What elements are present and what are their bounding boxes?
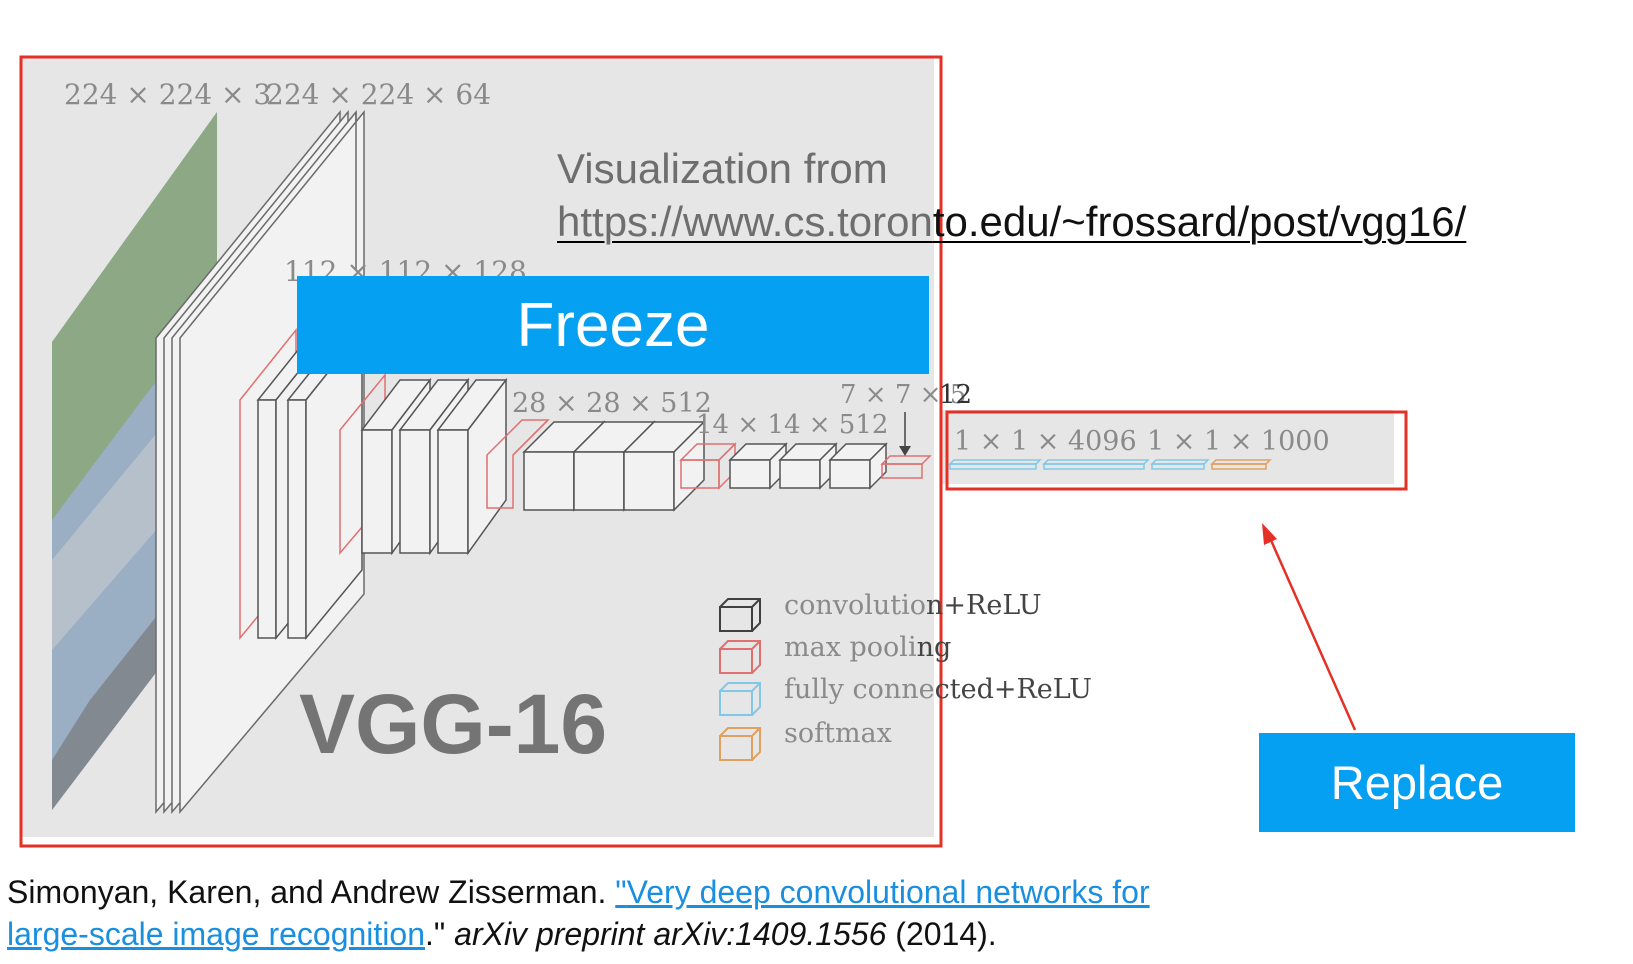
replace-button[interactable]: Replace (1259, 733, 1575, 832)
replace-arrow (1268, 537, 1357, 731)
legend-label-softmax: softmax (784, 718, 892, 749)
citation-title-link-line2[interactable]: large-scale image recognition (7, 916, 425, 952)
dim-conv5-label: 14 × 14 × 512 (696, 410, 889, 440)
citation-year: (2014). (886, 916, 997, 952)
legend-label-pool-b: ng (916, 632, 952, 663)
citation-authors: Simonyan, Karen, and Andrew Zisserman. (7, 874, 616, 910)
legend-label-softmax-a: softmax (784, 718, 892, 749)
citation-venue: arXiv preprint arXiv:1409.1556 (454, 916, 887, 952)
conv4-block (522, 420, 706, 512)
conv3-block (360, 377, 508, 556)
citation: Simonyan, Karen, and Andrew Zisserman. "… (7, 871, 1407, 955)
citation-title-link[interactable]: "Very deep convolutional networks for (615, 874, 1149, 910)
dim-conv1-label: 224 × 224 × 64 (266, 78, 492, 111)
dim-fc3-label: 1 × 1 × 1000 (1147, 426, 1330, 457)
legend-label-fc: fully connected+ReLU (784, 674, 1092, 705)
model-title: VGG-16 (299, 677, 608, 771)
dim-pool5-label-b: 12 (939, 380, 973, 410)
legend-label-conv: convolution+ReLU (784, 590, 1042, 621)
citation-quote-close: ." (425, 916, 455, 952)
replace-arrow-head (1262, 523, 1277, 545)
legend-label-fc-b: cted+ReLU (934, 674, 1092, 705)
freeze-button[interactable]: Freeze (297, 276, 929, 374)
dim-conv4-label: 28 × 28 × 512 (512, 388, 712, 419)
dim-fc1-label: 1 × 1 × 4096 (954, 426, 1137, 457)
citation-title-line1[interactable]: Very deep convolutional networks for (627, 874, 1150, 910)
dim-input-label: 224 × 224 × 3 (64, 78, 272, 111)
conv5-block (728, 442, 888, 490)
legend-label-pool-a: max pooli (784, 632, 917, 663)
citation-title-line2[interactable]: large-scale image recognition (7, 916, 425, 952)
visualization-link[interactable]: https://www.cs.toronto.edu/~frossard/pos… (557, 198, 1466, 246)
visualization-link-part2[interactable]: to.edu/~frossard/post/vgg16/ (933, 198, 1467, 245)
visualization-label: Visualization from (557, 145, 888, 192)
visualization-link-part1[interactable]: https://www.cs.toron (557, 198, 933, 245)
legend-label-conv-b: n+ReLU (926, 590, 1042, 621)
legend-label-conv-a: convolutio (784, 590, 927, 621)
citation-quote-open: " (615, 874, 627, 910)
legend-label-fc-a: fully conne (784, 674, 935, 705)
legend-label-pool: max pooling (784, 632, 951, 663)
